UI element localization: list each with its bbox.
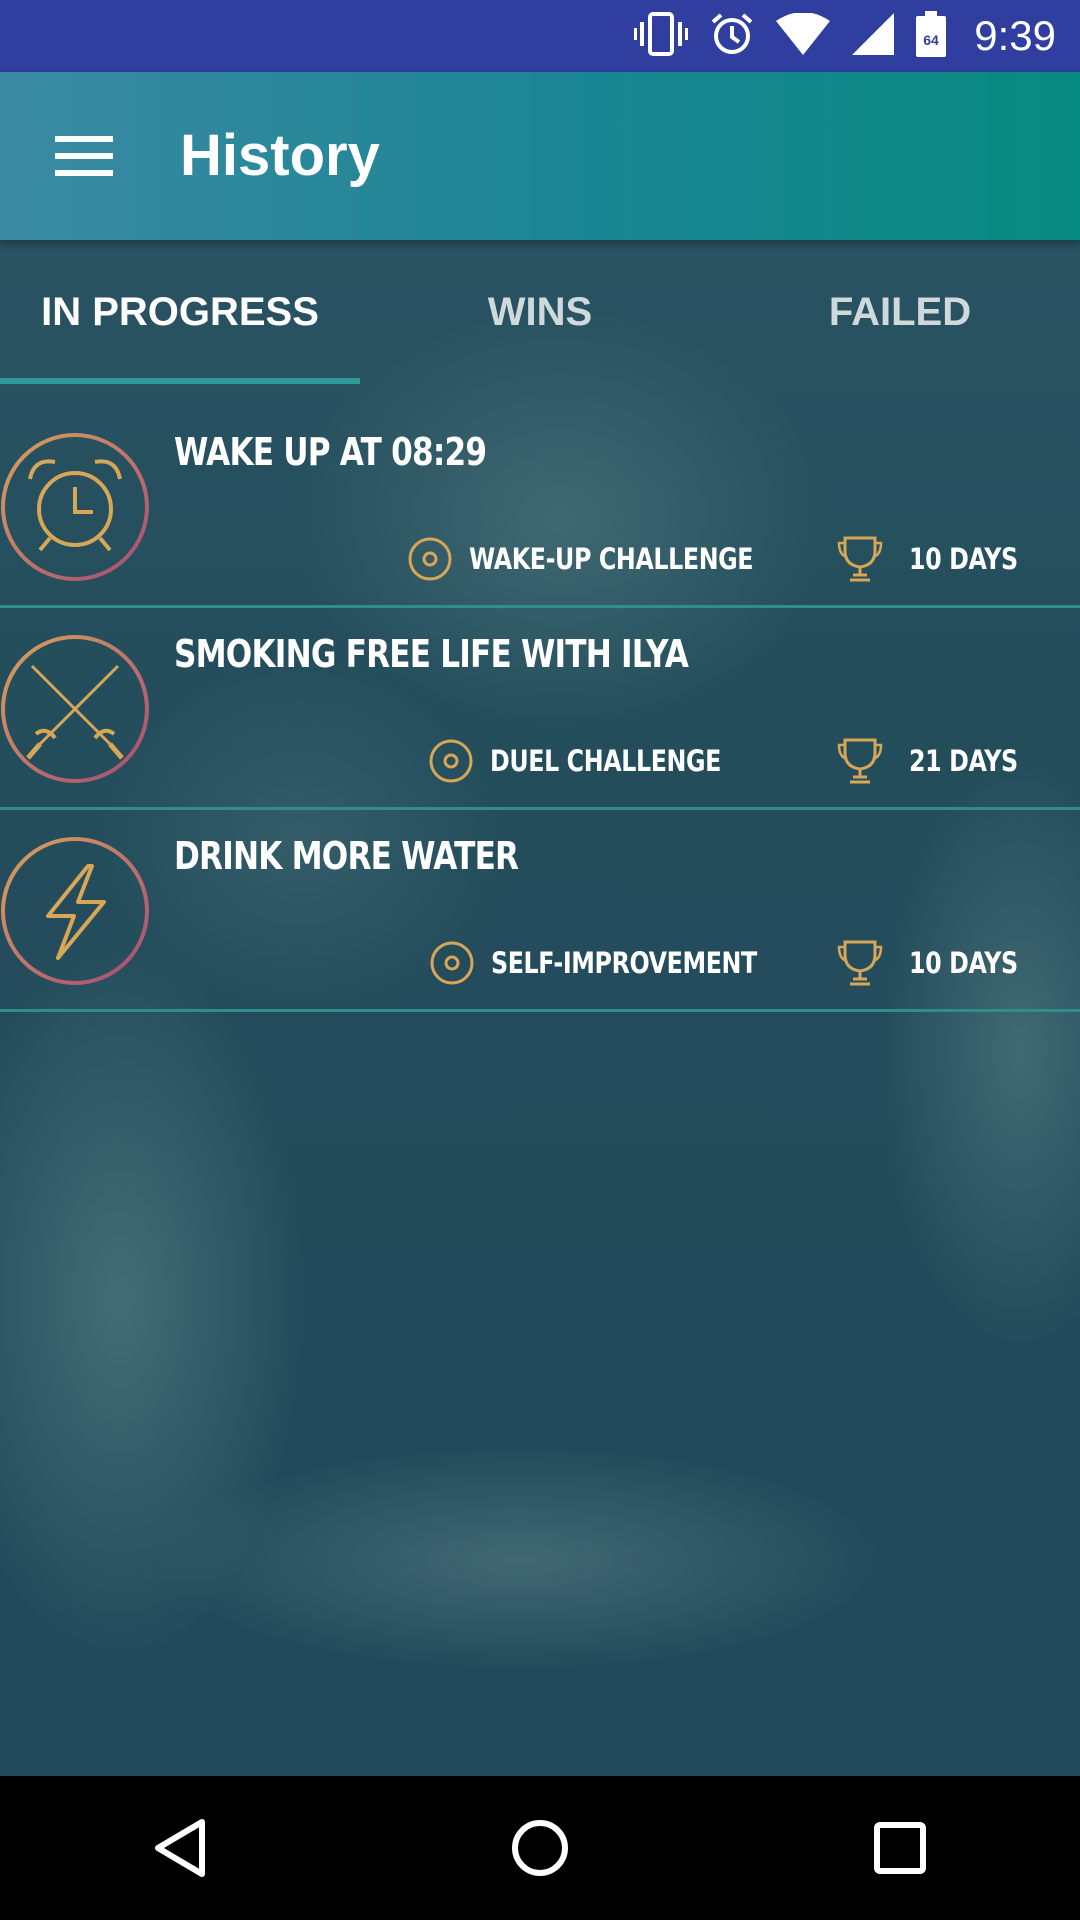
challenge-duration: 21 DAYS [837, 737, 1042, 785]
trophy-icon [838, 738, 883, 784]
hamburger-menu-icon [55, 136, 113, 176]
tab-failed[interactable]: FAILED [720, 240, 1080, 384]
crossed-swords-icon [1, 635, 149, 783]
status-bar: 64 9:39 [0, 0, 1080, 72]
category-label: SELF-IMPROVEMENT [491, 946, 758, 980]
challenge-meta: WAKE-UP CHALLENGE 10 DAYS [407, 534, 1042, 584]
challenge-row[interactable]: DRINK MORE WATER SELF-IMPROVEMENT 10 DAY… [0, 810, 1080, 1012]
tab-label: IN PROGRESS [41, 289, 319, 334]
tab-wins[interactable]: WINS [360, 240, 720, 384]
challenge-meta: DUEL CHALLENGE 21 DAYS [428, 736, 1042, 786]
alarm-clock-icon [1, 433, 149, 581]
tab-bar: IN PROGRESS WINS FAILED [0, 240, 1080, 384]
challenge-title: WAKE UP AT 08:29 [174, 430, 487, 474]
page-title: History [180, 123, 380, 188]
wifi-icon [776, 11, 831, 60]
system-nav-bar [0, 1776, 1080, 1920]
status-time: 9:39 [974, 12, 1056, 59]
lightning-bolt-icon [1, 837, 149, 985]
vibrate-icon [634, 11, 689, 61]
challenge-category: WAKE-UP CHALLENGE [407, 536, 816, 582]
trophy-icon [838, 940, 883, 986]
duration-label: 10 DAYS [909, 542, 1019, 576]
tab-in-progress[interactable]: IN PROGRESS [0, 240, 360, 384]
target-icon [408, 537, 452, 581]
recents-button[interactable] [840, 1788, 960, 1908]
cell-signal-icon [852, 12, 895, 60]
history-screen: 64 9:39 History IN PROGRESS WINS FAILED [0, 0, 1080, 1920]
menu-button[interactable] [40, 116, 128, 196]
duration-label: 10 DAYS [909, 946, 1019, 980]
target-icon [430, 941, 474, 985]
back-icon [155, 1819, 205, 1877]
challenge-row[interactable]: SMOKING FREE LIFE WITH ILYA DUEL CHALLEN… [0, 608, 1080, 810]
challenge-duration: 10 DAYS [837, 939, 1042, 987]
target-icon [429, 739, 473, 783]
challenge-title: DRINK MORE WATER [174, 834, 519, 878]
category-label: WAKE-UP CHALLENGE [468, 542, 754, 576]
trophy-icon [838, 536, 883, 582]
challenge-category: SELF-IMPROVEMENT [429, 940, 815, 986]
battery-level: 64 [923, 32, 939, 48]
challenge-list: WAKE UP AT 08:29 WAKE-UP CHALLENGE 10 DA… [0, 406, 1080, 1012]
category-label: DUEL CHALLENGE [489, 744, 721, 778]
home-icon [512, 1820, 568, 1876]
challenge-category: DUEL CHALLENGE [428, 738, 772, 784]
tab-label: WINS [487, 289, 593, 334]
home-button[interactable] [480, 1788, 600, 1908]
tab-indicator [0, 378, 360, 384]
battery-icon: 64 [916, 10, 947, 62]
back-button[interactable] [120, 1788, 240, 1908]
recents-icon [874, 1822, 926, 1874]
duration-label: 21 DAYS [909, 744, 1019, 778]
challenge-title: SMOKING FREE LIFE WITH ILYA [174, 632, 689, 676]
app-bar: History [0, 72, 1080, 240]
challenge-row[interactable]: WAKE UP AT 08:29 WAKE-UP CHALLENGE 10 DA… [0, 406, 1080, 608]
status-icons: 64 9:39 [634, 0, 1056, 72]
alarm-icon [710, 12, 754, 61]
tab-label: FAILED [828, 289, 972, 334]
challenge-meta: SELF-IMPROVEMENT 10 DAYS [429, 938, 1042, 988]
challenge-duration: 10 DAYS [837, 535, 1042, 583]
